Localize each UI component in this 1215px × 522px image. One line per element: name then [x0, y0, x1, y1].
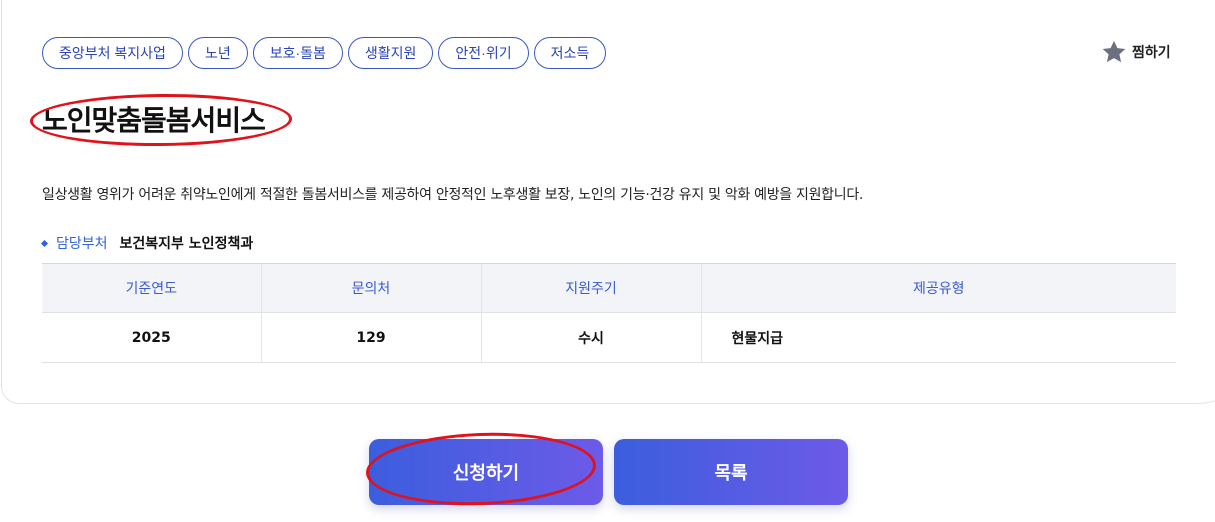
tag-safety-crisis[interactable]: 안전·위기: [438, 37, 529, 69]
service-description: 일상생활 영위가 어려운 취약노인에게 적절한 돌봄서비스를 제공하여 안정적인…: [42, 187, 864, 203]
tag-living-support[interactable]: 생활지원: [347, 37, 434, 69]
tag-old-age[interactable]: 노년: [187, 37, 248, 69]
service-info-table: 기준연도 문의처 지원주기 제공유형 2025 129 수시 현물지급: [42, 263, 1176, 363]
header-support-cycle: 지원주기: [480, 263, 701, 313]
table-row: 2025 129 수시 현물지급: [42, 312, 1176, 363]
department-info: 담당부처 보건복지부 노인정책과: [40, 233, 254, 253]
header-provision-type: 제공유형: [700, 263, 1176, 313]
wishlist-button[interactable]: 찜하기: [1100, 38, 1171, 66]
header-contact: 문의처: [260, 263, 481, 313]
apply-button[interactable]: 신청하기: [369, 439, 603, 505]
list-button[interactable]: 목록: [614, 439, 848, 505]
tag-central-welfare[interactable]: 중앙부처 복지사업: [42, 37, 183, 69]
category-tags: 중앙부처 복지사업 노년 보호·돌봄 생활지원 안전·위기 저소득: [42, 37, 607, 69]
cell-provision-type: 현물지급: [700, 312, 1176, 363]
department-label: 담당부처: [56, 236, 108, 252]
table-header-row: 기준연도 문의처 지원주기 제공유형: [42, 263, 1176, 313]
tag-care[interactable]: 보호·돌봄: [252, 37, 343, 69]
tag-low-income[interactable]: 저소득: [533, 37, 607, 69]
cell-contact: 129: [260, 312, 481, 363]
bullet-icon: [40, 239, 49, 247]
header-base-year: 기준연도: [42, 263, 261, 313]
cell-support-cycle: 수시: [480, 312, 701, 363]
wishlist-label: 찜하기: [1132, 45, 1171, 61]
department-value: 보건복지부 노인정책과: [119, 236, 254, 252]
star-icon: [1102, 40, 1126, 63]
cell-base-year: 2025: [42, 312, 261, 363]
page-title: 노인맞춤돌봄서비스: [42, 104, 266, 137]
